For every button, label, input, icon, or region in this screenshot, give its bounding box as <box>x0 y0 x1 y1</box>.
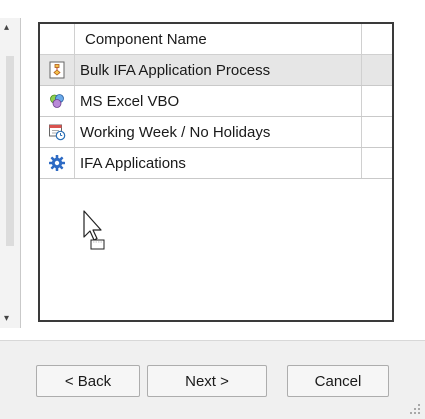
component-name-cell: Bulk IFA Application Process <box>75 55 362 85</box>
component-name-cell: IFA Applications <box>75 148 362 178</box>
component-name-cell: MS Excel VBO <box>75 86 362 116</box>
wizard-footer: < Back Next > Cancel <box>0 341 425 419</box>
business-object-icon <box>50 94 64 108</box>
process-icon <box>49 61 65 79</box>
scroll-up-arrow-icon[interactable]: ▴ <box>4 22 9 33</box>
list-row-ifa-applications[interactable]: IFA Applications <box>40 148 392 179</box>
list-row-ms-excel-vbo[interactable]: MS Excel VBO <box>40 86 392 117</box>
component-list: Component Name Bulk IFA Application Proc… <box>38 22 394 322</box>
calendar-clock-icon <box>49 124 66 141</box>
scroll-down-arrow-icon[interactable]: ▾ <box>4 313 9 324</box>
component-name-cell: Working Week / No Holidays <box>75 117 362 147</box>
left-scrollbar[interactable]: ▴ ▾ <box>0 18 21 328</box>
cancel-button[interactable]: Cancel <box>287 365 389 397</box>
next-button[interactable]: Next > <box>147 365 267 397</box>
scrollbar-thumb[interactable] <box>6 56 14 246</box>
list-row-bulk-ifa-application-process[interactable]: Bulk IFA Application Process <box>40 55 392 86</box>
icon-column-header <box>40 24 75 54</box>
component-name-header[interactable]: Component Name <box>75 24 362 54</box>
back-button[interactable]: < Back <box>36 365 140 397</box>
gear-icon <box>49 155 65 171</box>
list-row-working-week[interactable]: Working Week / No Holidays <box>40 117 392 148</box>
extra-column-header <box>362 24 392 54</box>
resize-grip-icon[interactable] <box>409 403 421 415</box>
list-header: Component Name <box>40 24 392 55</box>
drag-cursor-icon <box>83 210 105 250</box>
